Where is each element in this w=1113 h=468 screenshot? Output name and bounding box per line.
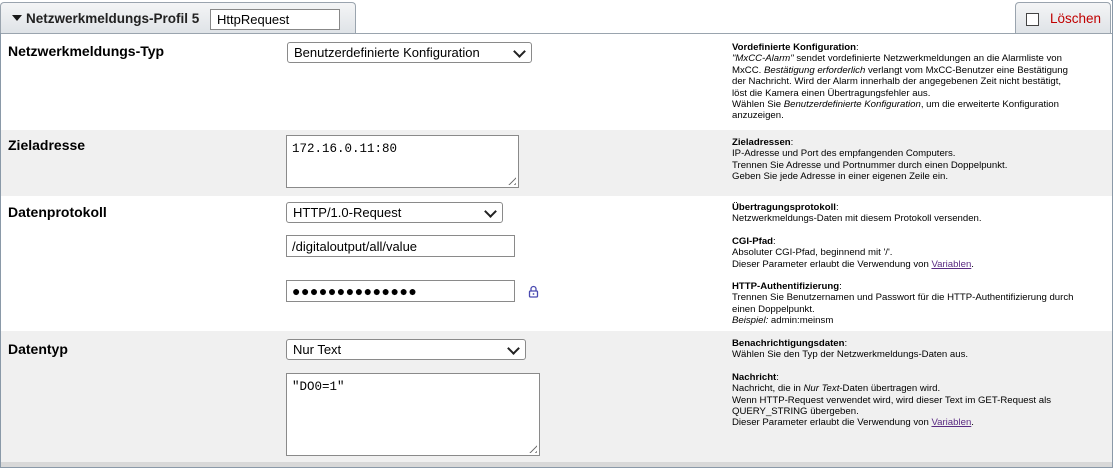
target-address-value: 172.16.0.11:80 [292, 142, 398, 156]
message-value: "DO0=1" [292, 380, 345, 394]
help-heading: Nachricht [732, 371, 777, 383]
help-colon: : [835, 202, 839, 213]
delete-checkbox[interactable] [1026, 13, 1039, 26]
delete-tab[interactable]: Löschen [1015, 2, 1111, 33]
help-text: QUERY_STRING übergeben. [732, 406, 859, 418]
data-type-help: Benachrichtigungsdaten: Wählen Sie den T… [732, 338, 1110, 429]
help-text: Netzwerkmeldungs-Daten mit diesem Protok… [732, 213, 982, 225]
help-em: Nur Text [803, 383, 840, 395]
data-type-value: Nur Text [293, 342, 342, 357]
chevron-down-icon [484, 205, 497, 218]
profile-name-input[interactable] [210, 9, 340, 30]
help-text: Nachricht, die in [732, 383, 804, 395]
lock-icon[interactable] [528, 285, 539, 298]
help-text: Wählen Sie [732, 99, 784, 111]
help-text: Wenn HTTP-Request verwendet wird, wird d… [732, 394, 1052, 406]
delete-label: Löschen [1050, 11, 1102, 26]
help-text: Dieser Parameter erlaubt die Verwendung … [732, 417, 932, 429]
data-protocol-label: Datenprotokoll [8, 204, 107, 220]
help-text: Wählen Sie den Typ der Netzwerkmeldungs-… [732, 349, 969, 361]
help-text: , um die erweiterte Konfiguration [920, 99, 1059, 111]
help-text: verlangt vom MxCC-Benutzer eine Bestätig… [865, 64, 1068, 76]
help-text: einen Doppelpunkt. [732, 303, 815, 315]
help-text: Geben Sie jede Adresse in einer eigenen … [732, 171, 949, 183]
help-text: Absoluter CGI-Pfad, beginnend mit '/'. [732, 247, 893, 259]
help-colon: : [844, 338, 848, 349]
row-target-address: Zieladresse 172.16.0.11:80 Zieladressen:… [1, 130, 1112, 196]
target-address-help: Zieladressen: IP-Adresse und Port des em… [732, 137, 1110, 183]
help-heading: Zieladressen [732, 137, 791, 148]
notification-type-select[interactable]: Benutzerdefinierte Konfiguration [287, 42, 532, 63]
help-colon: : [856, 42, 859, 53]
profile-tab[interactable]: Netzwerkmeldungs-Profil 5 [0, 2, 356, 33]
message-textarea[interactable]: "DO0=1" [286, 373, 540, 456]
cgi-path-input[interactable]: /digitaloutput/all/value [286, 235, 515, 257]
http-auth-input[interactable]: ●●●●●●●●●●●●●● [286, 280, 515, 302]
help-text: sendet vordefinierte Netzwerkmeldungen a… [793, 53, 1062, 65]
row-notification-type: Netzwerkmeldungs-Typ Benutzerdefinierte … [1, 33, 1112, 130]
chevron-down-icon [513, 45, 526, 58]
data-protocol-help: Übertragungsprotokoll: Netzwerkmeldungs-… [732, 202, 1110, 327]
help-text: -Daten übertragen wird. [839, 383, 941, 395]
help-heading: Vordefinierte Konfiguration [732, 42, 857, 53]
variables-link[interactable]: Variablen [931, 417, 971, 428]
help-text: Trennen Sie Benutzernamen und Passwort f… [732, 292, 1074, 304]
help-heading: Übertragungsprotokoll [732, 202, 836, 213]
notification-type-help: Vordefinierte Konfiguration: "MxCC-Alarm… [732, 42, 1110, 122]
help-text: Dieser Parameter erlaubt die Verwendung … [732, 258, 932, 270]
data-protocol-select[interactable]: HTTP/1.0-Request [286, 202, 503, 223]
help-text: löst die Kamera einen Übertragungsfehler… [732, 87, 931, 99]
profile-title: Netzwerkmeldungs-Profil 5 [26, 11, 200, 26]
http-auth-masked-value: ●●●●●●●●●●●●●● [292, 283, 418, 299]
bottom-scroll-bar [1, 462, 1112, 467]
help-colon: : [773, 235, 776, 247]
help-heading: Benachrichtigungsdaten [732, 338, 845, 349]
row-data-protocol: Datenprotokoll HTTP/1.0-Request /digital… [1, 196, 1112, 331]
variables-link[interactable]: Variablen [931, 259, 971, 270]
help-colon: : [776, 371, 779, 383]
help-heading: HTTP-Authentifizierung [732, 281, 840, 293]
target-address-label: Zieladresse [8, 137, 86, 153]
notification-type-value: Benutzerdefinierte Konfiguration [294, 45, 480, 60]
help-em: Bestätigung erforderlich [763, 64, 866, 76]
collapse-arrow-icon[interactable] [12, 15, 22, 21]
notification-type-label: Netzwerkmeldungs-Typ [8, 43, 165, 59]
chevron-down-icon [507, 342, 520, 355]
help-em: "MxCC-Alarm" [732, 53, 794, 65]
target-address-textarea[interactable]: 172.16.0.11:80 [286, 135, 519, 188]
data-type-select[interactable]: Nur Text [286, 339, 526, 360]
row-data-type: Datentyp Nur Text "DO0=1" Benachrichtigu… [1, 331, 1112, 462]
tab-bar: Netzwerkmeldungs-Profil 5 Löschen [0, 0, 1111, 33]
help-text: Trennen Sie Adresse und Portnummer durch… [732, 159, 1008, 171]
help-text: anzuzeigen. [732, 110, 784, 122]
data-protocol-value: HTTP/1.0-Request [293, 205, 402, 220]
help-colon: : [790, 137, 794, 148]
resize-grip-icon[interactable] [526, 442, 537, 453]
help-period: . [971, 258, 974, 270]
data-type-label: Datentyp [8, 341, 68, 357]
cgi-path-value: /digitaloutput/all/value [292, 239, 418, 254]
help-heading: CGI-Pfad [732, 235, 774, 247]
help-em: Beispiel: [732, 315, 769, 327]
help-text: MxCC. [732, 64, 764, 76]
help-colon: : [839, 281, 842, 293]
help-text: der Nachricht. Wird der Alarm innerhalb … [732, 76, 1062, 88]
resize-grip-icon[interactable] [505, 174, 516, 185]
help-text: admin:meinsm [768, 315, 834, 327]
help-em: Benutzerdefinierte Konfiguration [783, 99, 921, 111]
help-period: . [971, 417, 974, 429]
help-text: IP-Adresse und Port des empfangenden Com… [732, 148, 956, 160]
